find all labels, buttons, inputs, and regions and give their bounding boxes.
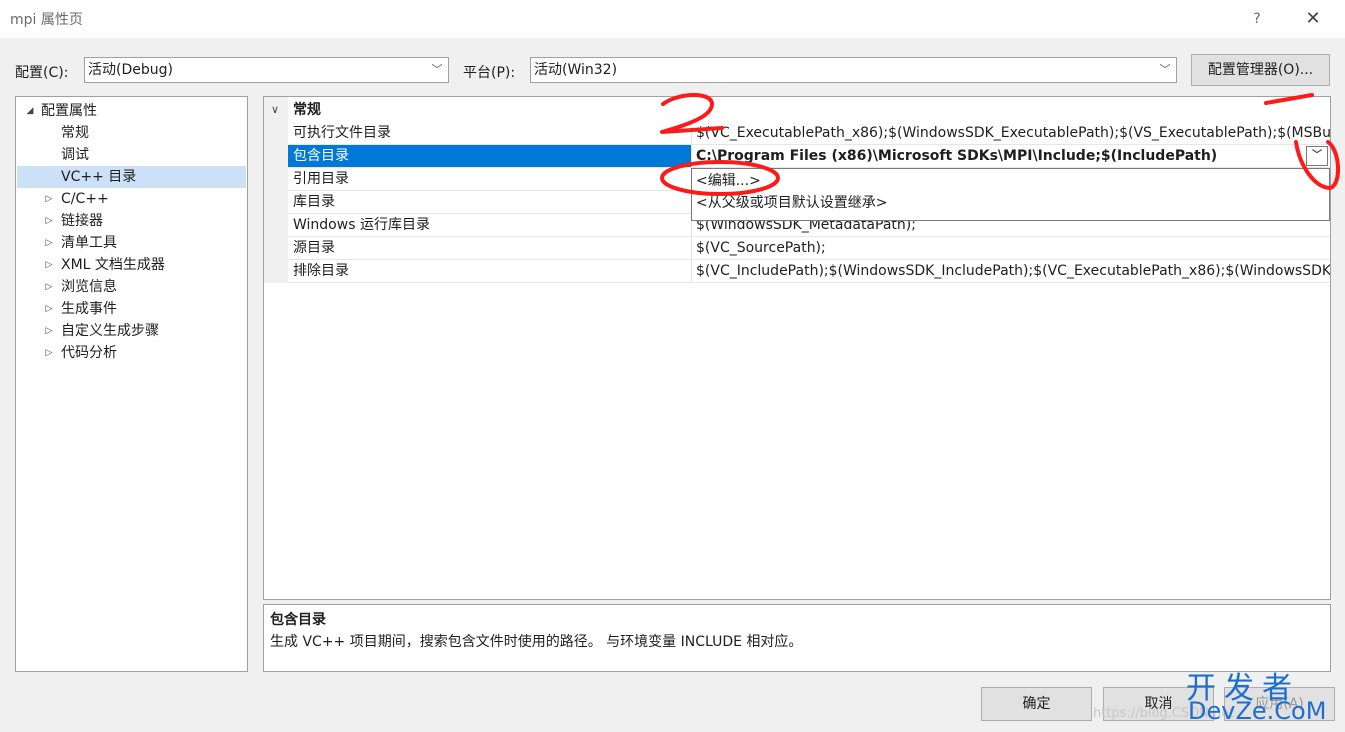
dropdown-item-inherit[interactable]: <从父级或项目默认设置继承> — [693, 192, 1328, 214]
property-row-source-dirs[interactable]: 源目录 $(VC_SourcePath); — [288, 237, 1330, 260]
property-name: Windows 运行库目录 — [288, 214, 692, 236]
tree-item-config-properties[interactable]: ◢ 配置属性 — [17, 100, 246, 122]
config-label: 配置(C): — [15, 65, 69, 81]
tree-item-label: 常规 — [61, 125, 89, 141]
help-button[interactable]: ? — [1244, 6, 1270, 32]
tree-item-label: 自定义生成步骤 — [61, 323, 159, 339]
property-row-executable-dirs[interactable]: 可执行文件目录 $(VC_ExecutablePath_x86);$(Windo… — [288, 122, 1330, 145]
platform-select[interactable]: 活动(Win32) ﹀ — [530, 57, 1177, 83]
property-value[interactable]: $(VC_IncludePath);$(WindowsSDK_IncludePa… — [692, 260, 1330, 282]
expand-arrow-icon[interactable]: ▷ — [42, 276, 56, 298]
expand-arrow-icon[interactable]: ▷ — [42, 342, 56, 364]
property-name: 库目录 — [288, 191, 692, 213]
expand-arrow-icon[interactable]: ▷ — [42, 232, 56, 254]
property-name: 可执行文件目录 — [288, 122, 692, 144]
property-value-text: C:\Program Files (x86)\Microsoft SDKs\MP… — [696, 148, 1218, 164]
property-row-exclude-dirs[interactable]: 排除目录 $(VC_IncludePath);$(WindowsSDK_Incl… — [288, 260, 1330, 283]
tree-item-code-analysis[interactable]: ▷ 代码分析 — [17, 342, 246, 364]
tree-item-build-events[interactable]: ▷ 生成事件 — [17, 298, 246, 320]
property-name: 源目录 — [288, 237, 692, 259]
tree-item-label: 配置属性 — [41, 103, 97, 119]
config-select-value: 活动(Debug) — [88, 62, 173, 78]
grid-gutter — [264, 97, 288, 283]
chevron-down-icon: ﹀ — [431, 63, 443, 76]
dropdown-item-edit[interactable]: <编辑...> — [693, 170, 1328, 192]
tree-item-debugging[interactable]: 调试 — [17, 144, 246, 166]
tree-item-label: 浏览信息 — [61, 279, 117, 295]
window-title: mpi 属性页 — [10, 12, 83, 28]
expand-arrow-icon[interactable]: ◢ — [23, 100, 37, 122]
platform-label: 平台(P): — [463, 65, 516, 81]
tree-item-xml-doc-generator[interactable]: ▷ XML 文档生成器 — [17, 254, 246, 276]
tree-item-label: 清单工具 — [61, 235, 117, 251]
expand-arrow-icon[interactable]: ▷ — [42, 298, 56, 320]
tree-item-vc-directories[interactable]: VC++ 目录 — [17, 166, 246, 188]
property-value[interactable]: $(VC_ExecutablePath_x86);$(WindowsSDK_Ex… — [692, 122, 1330, 144]
tree-item-browse-info[interactable]: ▷ 浏览信息 — [17, 276, 246, 298]
platform-select-value: 活动(Win32) — [534, 62, 618, 78]
property-value-input[interactable]: C:\Program Files (x86)\Microsoft SDKs\MP… — [692, 145, 1330, 167]
property-tree: ◢ 配置属性 常规 调试 VC++ 目录 ▷ C/C++ ▷ 链接器 ▷ 清单工… — [15, 96, 248, 672]
description-text: 生成 VC++ 项目期间，搜索包含文件时使用的路径。 与环境变量 INCLUDE… — [270, 634, 803, 650]
property-name: 排除目录 — [288, 260, 692, 282]
property-value[interactable]: $(VC_SourcePath); — [692, 237, 1330, 259]
description-title: 包含目录 — [270, 612, 326, 628]
description-panel: 包含目录 生成 VC++ 项目期间，搜索包含文件时使用的路径。 与环境变量 IN… — [263, 604, 1331, 672]
devze-logo-en: DevZe.CoM — [1188, 697, 1327, 725]
tree-item-label: VC++ 目录 — [61, 169, 137, 185]
tree-item-label: 调试 — [61, 147, 89, 163]
chevron-down-icon: ﹀ — [1159, 63, 1171, 76]
value-dropdown-list: <编辑...> <从父级或项目默认设置继承> — [691, 168, 1330, 221]
tree-item-label: 生成事件 — [61, 301, 117, 317]
tree-item-label: XML 文档生成器 — [61, 257, 165, 273]
expand-arrow-icon[interactable]: ▷ — [42, 210, 56, 232]
tree-item-label: 链接器 — [61, 213, 103, 229]
category-row-general[interactable]: ∨ 常规 — [264, 99, 1330, 121]
tree-item-c-cpp[interactable]: ▷ C/C++ — [17, 188, 246, 210]
expand-arrow-icon[interactable]: ▷ — [42, 188, 56, 210]
category-label: 常规 — [293, 102, 321, 118]
configuration-manager-button[interactable]: 配置管理器(O)... — [1191, 54, 1330, 86]
tree-item-manifest-tool[interactable]: ▷ 清单工具 — [17, 232, 246, 254]
tree-item-label: 代码分析 — [61, 345, 117, 361]
property-name: 引用目录 — [288, 168, 692, 190]
expand-arrow-icon[interactable]: ▷ — [42, 254, 56, 276]
config-select[interactable]: 活动(Debug) ﹀ — [84, 57, 449, 83]
property-row-include-dirs[interactable]: 包含目录 C:\Program Files (x86)\Microsoft SD… — [288, 145, 1330, 168]
close-button[interactable]: ✕ — [1298, 6, 1328, 32]
tree-item-custom-build-step[interactable]: ▷ 自定义生成步骤 — [17, 320, 246, 342]
title-bar: mpi 属性页 ? ✕ — [0, 0, 1345, 38]
property-name: 包含目录 — [288, 145, 692, 167]
expand-arrow-icon[interactable]: ▷ — [42, 320, 56, 342]
ok-button[interactable]: 确定 — [981, 687, 1092, 721]
value-dropdown-button[interactable]: ﹀ — [1306, 146, 1328, 166]
tree-item-label: C/C++ — [61, 191, 109, 207]
collapse-chevron-icon[interactable]: ∨ — [268, 99, 282, 121]
tree-item-general[interactable]: 常规 — [17, 122, 246, 144]
tree-item-linker[interactable]: ▷ 链接器 — [17, 210, 246, 232]
